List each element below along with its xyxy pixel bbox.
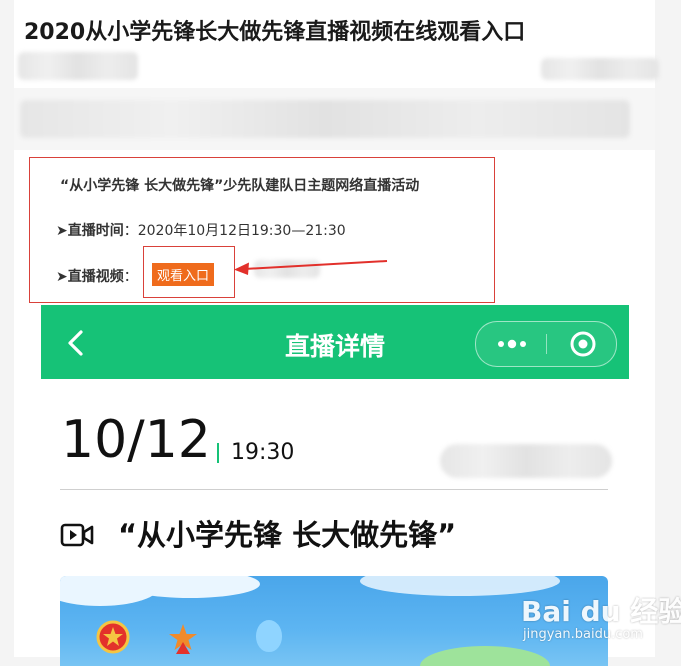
red-arrow-icon — [234, 260, 388, 275]
live-info-box: “从小学先锋 长大做先锋”少先队建队日主题网络直播活动 ➤直播时间：2020年1… — [29, 157, 495, 303]
event-title: “从小学先锋 长大做先锋” — [118, 518, 457, 552]
article-page: 2020从小学先锋长大做先锋直播视频在线观看入口 “从小学先锋 长大做先锋”少先… — [14, 0, 659, 666]
blurred-status-pill — [440, 444, 612, 478]
banner-balloon — [256, 620, 282, 652]
live-time: 19:30 — [231, 440, 295, 465]
mini-program-capsule — [475, 321, 617, 367]
blurred-author-info — [18, 52, 138, 80]
blurred-meta-info — [541, 58, 659, 80]
more-menu-button[interactable] — [476, 322, 546, 366]
info-box-title: “从小学先锋 长大做先锋”少先队建队日主题网络直播活动 — [60, 178, 420, 194]
youth-league-emblem-icon — [96, 620, 130, 654]
blurred-summary-band — [14, 88, 655, 150]
live-video-colon: ： — [123, 269, 138, 285]
more-dots-icon — [498, 339, 526, 349]
divider-line — [60, 489, 608, 490]
mini-program-header: 直播详情 — [41, 305, 629, 379]
baidu-jingyan-watermark: Bai du 经验 jingyan.baidu.com — [521, 587, 681, 657]
watch-entry-button[interactable]: 观看入口 — [152, 263, 215, 286]
live-time-row: ➤直播时间：2020年10月12日19:30—21:30 — [56, 220, 346, 240]
pioneer-badge-icon — [169, 624, 197, 654]
live-video-label: ➤直播视频 — [56, 269, 124, 285]
live-date: 10/12 — [61, 410, 211, 470]
blurred-summary-text — [20, 100, 630, 138]
live-time-value: ：2020年10月12日19:30—21:30 — [123, 223, 346, 239]
watermark-main-text: Bai du 经验 — [521, 595, 681, 628]
live-video-row: ➤直播视频： — [56, 266, 138, 286]
close-mini-program-button[interactable] — [547, 322, 616, 366]
video-camera-icon — [60, 523, 94, 547]
watermark-url-text: jingyan.baidu.com — [523, 627, 643, 642]
article-title: 2020从小学先锋长大做先锋直播视频在线观看入口 — [24, 20, 526, 45]
date-separator — [217, 443, 219, 463]
close-target-icon — [570, 331, 596, 357]
live-time-label: ➤直播时间 — [56, 223, 124, 239]
